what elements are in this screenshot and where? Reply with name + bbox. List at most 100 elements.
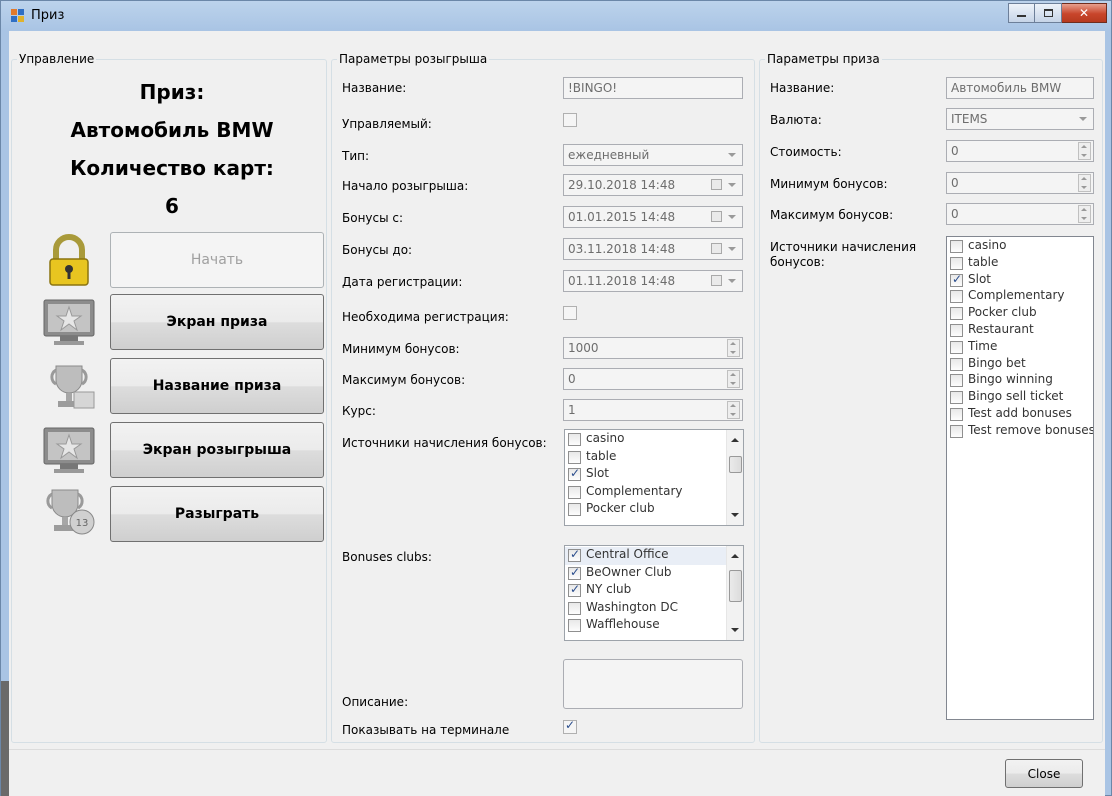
checkbox[interactable] — [950, 272, 963, 287]
type-select[interactable]: ежедневный — [563, 144, 743, 166]
start-datepicker[interactable]: 29.10.2018 14:48 — [563, 174, 743, 196]
rate-label: Курс: — [342, 404, 376, 418]
list-item[interactable]: Restaurant — [947, 322, 1093, 339]
chevron-down-icon[interactable] — [731, 628, 739, 632]
checkbox[interactable] — [950, 407, 963, 421]
reg-required-checkbox[interactable] — [563, 306, 577, 320]
type-label: Тип: — [342, 149, 370, 163]
checkbox[interactable] — [568, 433, 581, 446]
draw-button[interactable]: Разыграть — [110, 486, 324, 542]
checkbox[interactable] — [568, 503, 581, 516]
clubs-checklist[interactable]: Central Office BeOwner Club NY club Wash… — [564, 545, 744, 641]
list-item[interactable]: Pocker club — [565, 501, 743, 519]
scroll-thumb[interactable] — [729, 456, 742, 473]
spinner-icon[interactable] — [1078, 142, 1091, 160]
scrollbar[interactable] — [726, 430, 743, 525]
bonus-from-datepicker[interactable]: 01.01.2015 14:48 — [563, 206, 743, 228]
list-item[interactable]: Central Office — [565, 547, 743, 565]
spinner-icon[interactable] — [727, 370, 740, 388]
show-terminal-checkbox[interactable] — [563, 718, 577, 734]
chevron-up-icon[interactable] — [731, 438, 739, 442]
prize-sources-checklist[interactable]: casino table Slot Complementary Pocker c… — [946, 236, 1094, 720]
calendar-icon — [711, 179, 722, 190]
checkbox[interactable] — [950, 391, 963, 405]
checkbox[interactable] — [568, 485, 581, 499]
trophy-ball-icon: 13 — [46, 489, 95, 535]
prize-max-bonus-stepper[interactable]: 0 — [946, 203, 1094, 225]
chevron-down-icon[interactable] — [731, 513, 739, 517]
app-window: Приз ✕ Управление Приз: Автомобиль BMW К… — [0, 0, 1112, 796]
spinner-icon[interactable] — [1078, 205, 1091, 223]
list-item[interactable]: Slot — [947, 272, 1093, 289]
minimize-button[interactable] — [1008, 3, 1035, 23]
checkbox[interactable] — [568, 547, 581, 562]
checkbox[interactable] — [950, 240, 963, 253]
checkbox[interactable] — [950, 357, 963, 371]
reg-date-datepicker[interactable]: 01.11.2018 14:48 — [563, 270, 743, 292]
prize-min-bonus-stepper[interactable]: 0 — [946, 172, 1094, 194]
scroll-thumb[interactable] — [729, 570, 742, 602]
prize-name-field[interactable]: Автомобиль BMW — [946, 77, 1094, 99]
draw-name-field[interactable]: !BINGO! — [563, 77, 743, 99]
close-button[interactable]: Close — [1005, 759, 1083, 788]
prize-min-bonus-value: 0 — [951, 176, 959, 190]
checkbox[interactable] — [568, 450, 581, 464]
list-item[interactable]: Complementary — [947, 288, 1093, 305]
list-item[interactable]: Time — [947, 339, 1093, 356]
list-item[interactable]: Washington DC — [565, 600, 743, 618]
prize-name-button[interactable]: Название приза — [110, 358, 324, 414]
start-button[interactable]: Начать — [110, 232, 324, 288]
scrollbar[interactable] — [726, 546, 743, 640]
description-field[interactable] — [563, 659, 743, 709]
checkbox[interactable] — [950, 323, 963, 337]
draw-params-group: Параметры розыгрыша Название: !BINGO! Уп… — [331, 52, 755, 743]
prize-name: Автомобиль BMW — [70, 118, 274, 142]
list-item-label: Complementary — [968, 288, 1065, 303]
list-item[interactable]: casino — [947, 238, 1093, 255]
close-window-button[interactable]: ✕ — [1062, 3, 1107, 23]
list-item[interactable]: NY club — [565, 582, 743, 600]
checkbox[interactable] — [568, 466, 581, 481]
spinner-icon[interactable] — [727, 339, 740, 357]
draw-screen-button[interactable]: Экран розыгрыша — [110, 422, 324, 478]
spinner-icon[interactable] — [1078, 174, 1091, 192]
checkbox[interactable] — [950, 340, 963, 354]
checkbox[interactable] — [950, 256, 963, 270]
chevron-up-icon[interactable] — [731, 554, 739, 558]
checkbox[interactable] — [568, 619, 581, 632]
spinner-icon[interactable] — [727, 401, 740, 419]
checkbox[interactable] — [950, 374, 963, 388]
list-item[interactable]: casino — [565, 431, 743, 449]
list-item[interactable]: table — [565, 449, 743, 467]
maximize-button[interactable] — [1035, 3, 1062, 23]
checkbox[interactable] — [950, 307, 963, 321]
list-item[interactable]: Bingo winning — [947, 372, 1093, 389]
currency-select[interactable]: ITEMS — [946, 108, 1094, 130]
max-bonus-stepper[interactable]: 0 — [563, 368, 743, 390]
list-item[interactable]: table — [947, 255, 1093, 272]
list-item[interactable]: Bingo bet — [947, 356, 1093, 373]
min-bonus-stepper[interactable]: 1000 — [563, 337, 743, 359]
rate-stepper[interactable]: 1 — [563, 399, 743, 421]
list-item[interactable]: Wafflehouse — [565, 617, 743, 635]
checkbox[interactable] — [950, 424, 963, 438]
bonus-to-value: 03.11.2018 14:48 — [568, 242, 676, 256]
checkbox[interactable] — [568, 565, 581, 580]
list-item[interactable]: Slot — [565, 466, 743, 484]
list-item[interactable]: Test add bonuses — [947, 406, 1093, 423]
prize-screen-button[interactable]: Экран приза — [110, 294, 324, 350]
sources-checklist[interactable]: casino table Slot Complementary Pocker c… — [564, 429, 744, 526]
checkbox[interactable] — [568, 601, 581, 615]
list-item[interactable]: Complementary — [565, 484, 743, 502]
list-item[interactable]: Test remove bonuses — [947, 423, 1093, 440]
list-item[interactable]: Pocker club — [947, 305, 1093, 322]
checkbox[interactable] — [568, 582, 581, 597]
reg-date-label: Дата регистрации: — [342, 275, 463, 289]
title-bar[interactable]: Приз ✕ — [1, 1, 1112, 31]
list-item[interactable]: BeOwner Club — [565, 565, 743, 583]
cost-stepper[interactable]: 0 — [946, 140, 1094, 162]
bonus-to-datepicker[interactable]: 03.11.2018 14:48 — [563, 238, 743, 260]
list-item[interactable]: Bingo sell ticket — [947, 389, 1093, 406]
managed-checkbox[interactable] — [563, 113, 577, 127]
checkbox[interactable] — [950, 290, 963, 304]
